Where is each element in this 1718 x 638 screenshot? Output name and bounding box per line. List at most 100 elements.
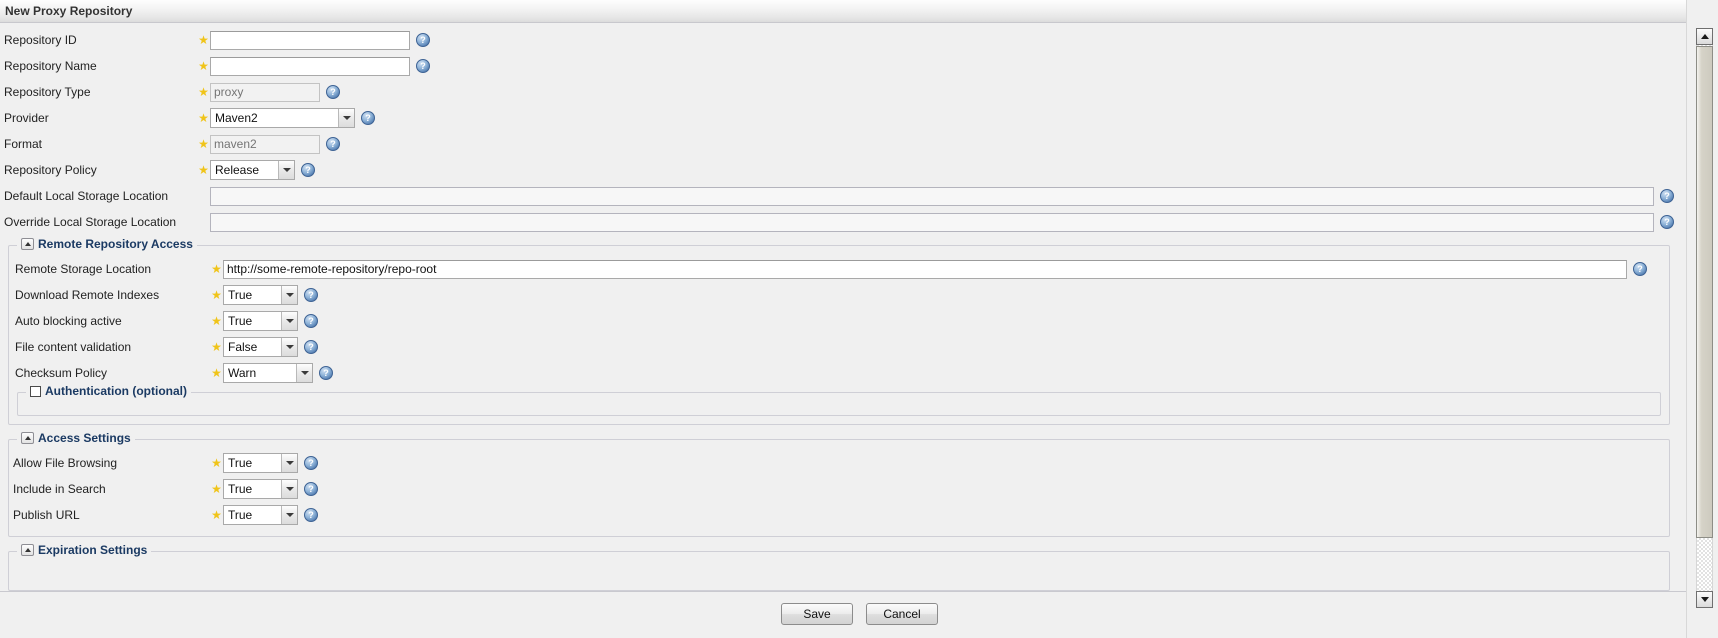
form-row-repository-name: Repository Name ★? <box>0 53 1686 79</box>
help-icon[interactable]: ? <box>1660 189 1674 203</box>
form-row-remote-storage-location: Remote Storage Location ★? <box>9 256 1669 282</box>
field-label-allow-file-browsing: Allow File Browsing <box>13 456 118 470</box>
form-row-provider: Provider ★ Maven2? <box>0 105 1686 131</box>
field-label-checksum-policy: Checksum Policy <box>15 366 108 380</box>
select-value-checksum-policy: Warn <box>228 366 257 380</box>
form-row-repository-policy: Repository Policy ★ Release? <box>0 157 1686 183</box>
field-label-download-remote-indexes: Download Remote Indexes <box>15 288 160 302</box>
required-star-icon: ★ <box>198 84 209 99</box>
required-star-icon: ★ <box>198 32 209 47</box>
chevron-down-icon[interactable] <box>296 364 312 382</box>
help-icon[interactable]: ? <box>304 340 318 354</box>
scrollbar-thumb[interactable] <box>1696 46 1713 538</box>
chevron-down-icon[interactable] <box>281 506 297 524</box>
vertical-scrollbar[interactable] <box>1686 0 1718 638</box>
form-row-default-local-storage-location: Default Local Storage Location? <box>0 183 1686 209</box>
required-star-icon: ★ <box>198 162 209 177</box>
save-button[interactable]: Save <box>781 603 853 625</box>
input-override-local-storage-location[interactable] <box>210 212 1654 232</box>
form-row-auto-blocking-active: Auto blocking active ★ True? <box>9 308 1669 334</box>
help-icon[interactable]: ? <box>304 482 318 496</box>
required-star-icon: ★ <box>198 136 209 151</box>
field-slot-checksum-policy: Warn? <box>223 363 333 383</box>
select-value-allow-file-browsing: True <box>228 456 253 470</box>
field-label-publish-url: Publish URL <box>13 508 80 522</box>
field-label-repository-id: Repository ID <box>4 33 77 47</box>
chevron-down-icon[interactable] <box>281 312 297 330</box>
chevron-down-icon[interactable] <box>281 286 297 304</box>
required-star-icon: ★ <box>211 313 222 328</box>
section-authentication-legend[interactable]: Authentication (optional) <box>26 384 191 398</box>
section-legend-label: Remote Repository Access <box>38 237 193 251</box>
field-label-provider: Provider <box>4 111 49 125</box>
help-icon[interactable]: ? <box>304 288 318 302</box>
help-icon[interactable]: ? <box>304 508 318 522</box>
form-scroll-viewport[interactable]: Repository ID ★? Repository Name ★? Reposito… <box>0 23 1686 591</box>
access-field-group: Allow File Browsing ★ True? Include in Sear… <box>9 450 1669 528</box>
chevron-down-icon[interactable] <box>281 454 297 472</box>
help-icon[interactable]: ? <box>304 314 318 328</box>
caret-up-icon[interactable] <box>21 238 34 250</box>
help-icon[interactable]: ? <box>416 59 430 73</box>
scroll-down-arrow-icon[interactable] <box>1696 591 1713 608</box>
help-icon[interactable]: ? <box>326 85 340 99</box>
section-legend-label: Access Settings <box>38 431 131 445</box>
input-remote-storage-location[interactable] <box>223 259 1627 279</box>
select-repository-policy[interactable]: Release <box>210 160 295 180</box>
chevron-down-icon[interactable] <box>338 109 354 127</box>
field-slot-include-in-search: True? <box>223 479 318 499</box>
form-row-publish-url: Publish URL ★ True? <box>9 502 1669 528</box>
section-expiration-settings-legend[interactable]: Expiration Settings <box>17 543 152 557</box>
form-button-bar: Save Cancel <box>0 591 1686 638</box>
chevron-down-icon[interactable] <box>281 338 297 356</box>
field-slot-file-content-validation: False? <box>223 337 318 357</box>
chevron-down-icon[interactable] <box>281 480 297 498</box>
select-value-auto-blocking-active: True <box>228 314 253 328</box>
input-default-local-storage-location[interactable] <box>210 186 1654 206</box>
required-star-icon: ★ <box>198 58 209 73</box>
help-icon[interactable]: ? <box>1633 262 1647 276</box>
help-icon[interactable]: ? <box>301 163 315 177</box>
help-icon[interactable]: ? <box>361 111 375 125</box>
field-slot-remote-storage-location: ? <box>223 259 1647 279</box>
select-value-publish-url: True <box>228 508 253 522</box>
caret-up-icon[interactable] <box>21 432 34 444</box>
new-proxy-repository-panel: New Proxy Repository Repository ID ★? Repo… <box>0 0 1718 638</box>
field-slot-default-local-storage-location: ? <box>210 186 1674 206</box>
select-file-content-validation[interactable]: False <box>223 337 298 357</box>
select-provider[interactable]: Maven2 <box>210 108 355 128</box>
checkbox-unchecked-icon[interactable] <box>30 385 41 397</box>
select-value-download-remote-indexes: True <box>228 288 253 302</box>
scroll-up-arrow-icon[interactable] <box>1696 28 1713 45</box>
section-access-settings-legend[interactable]: Access Settings <box>17 431 135 445</box>
select-include-in-search[interactable]: True <box>223 479 298 499</box>
required-star-icon: ★ <box>211 287 222 302</box>
section-access-settings: Access Settings Allow File Browsing ★ True… <box>8 431 1670 537</box>
select-auto-blocking-active[interactable]: True <box>223 311 298 331</box>
input-repository-type <box>210 82 320 102</box>
help-icon[interactable]: ? <box>304 456 318 470</box>
remote-field-group: Remote Storage Location ★? Download Remote… <box>9 256 1669 386</box>
field-label-include-in-search: Include in Search <box>13 482 106 496</box>
field-label-remote-storage-location: Remote Storage Location <box>15 262 152 276</box>
field-label-auto-blocking-active: Auto blocking active <box>15 314 122 328</box>
input-repository-id[interactable] <box>210 30 410 50</box>
select-allow-file-browsing[interactable]: True <box>223 453 298 473</box>
help-icon[interactable]: ? <box>326 137 340 151</box>
help-icon[interactable]: ? <box>416 33 430 47</box>
help-icon[interactable]: ? <box>1660 215 1674 229</box>
field-label-repository-policy: Repository Policy <box>4 163 97 177</box>
caret-up-icon[interactable] <box>21 544 34 556</box>
field-label-repository-name: Repository Name <box>4 59 97 73</box>
page-title: New Proxy Repository <box>5 4 133 18</box>
field-slot-override-local-storage-location: ? <box>210 212 1674 232</box>
select-download-remote-indexes[interactable]: True <box>223 285 298 305</box>
select-publish-url[interactable]: True <box>223 505 298 525</box>
select-checksum-policy[interactable]: Warn <box>223 363 313 383</box>
section-remote-repository-access-legend[interactable]: Remote Repository Access <box>17 237 197 251</box>
required-star-icon: ★ <box>211 261 222 276</box>
chevron-down-icon[interactable] <box>278 161 294 179</box>
cancel-button[interactable]: Cancel <box>866 603 938 625</box>
input-repository-name[interactable] <box>210 56 410 76</box>
help-icon[interactable]: ? <box>319 366 333 380</box>
